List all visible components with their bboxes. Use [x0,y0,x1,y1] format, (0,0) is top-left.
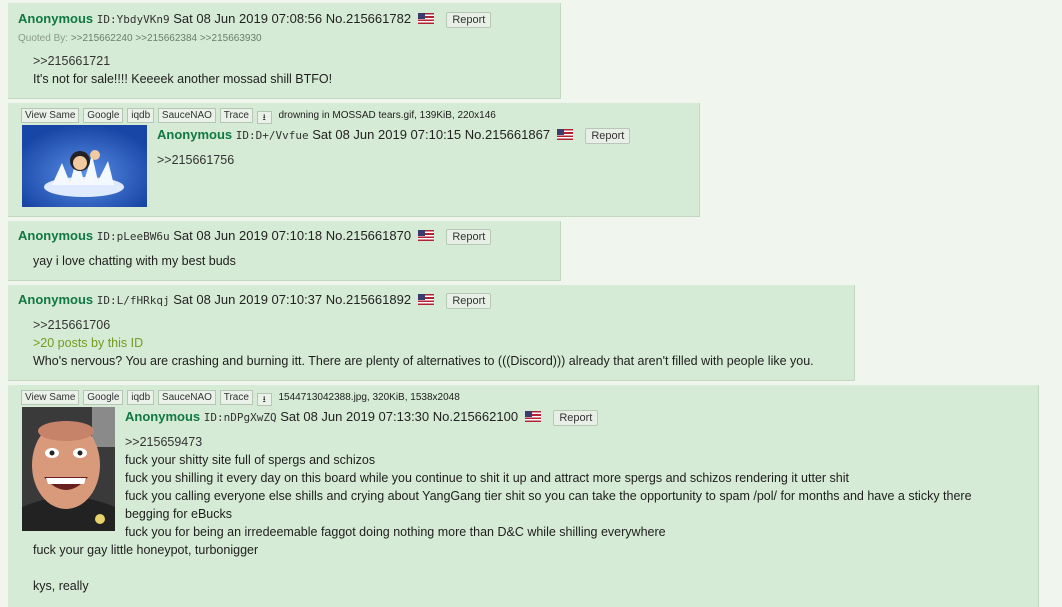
post-text: yay i love chatting with my best buds [33,254,236,268]
greentext: >20 posts by this ID [33,336,144,350]
post-text: It's not for sale!!!! Keeeek another mos… [33,72,333,86]
file-info: , 139KiB, 220x146 [414,110,496,121]
post-body: >>215661721 It's not for sale!!!! Keeeek… [33,52,332,88]
thumbnail-image[interactable] [22,407,115,531]
poster-name: Anonymous [157,127,233,142]
poster-name: Anonymous [18,228,94,243]
poster-name: Anonymous [18,11,94,26]
quoted-by: Quoted By: >>215662240 >>215662384 >>215… [18,33,262,44]
post-text: fuck you for being an irredeemable faggo… [125,525,666,539]
view-same-button[interactable]: View Same [21,390,80,405]
post-body: >>215661706 >20 posts by this ID Who's n… [33,316,814,370]
poster-id[interactable]: ID:L/fHRkqj [97,294,170,307]
post-number[interactable]: No.215661892 [326,292,411,307]
google-button[interactable]: Google [83,390,124,405]
report-button[interactable]: Report [446,229,492,245]
file-bar: View Same Google iqdb SauceNAO Trace ⭳ d… [21,108,496,124]
quote-link[interactable]: >>215661721 [33,52,332,70]
us-flag-icon [524,411,541,422]
iqdb-button[interactable]: iqdb [127,390,155,405]
poster-id[interactable]: ID:pLeeBW6u [97,230,170,243]
quote-link[interactable]: >>215661706 [33,316,814,334]
us-flag-icon [417,294,434,305]
iqdb-button[interactable]: iqdb [127,108,155,123]
poster-name: Anonymous [18,292,94,307]
post-number[interactable]: No.215661870 [326,228,411,243]
post-text: Who's nervous? You are crashing and burn… [33,354,814,368]
post-text: fuck your shitty site full of spergs and… [125,453,376,467]
saucenao-button[interactable]: SauceNAO [157,390,216,405]
thumbnail-image[interactable] [22,125,147,207]
drowning-thumbnail-icon [22,125,147,207]
saucenao-button[interactable]: SauceNAO [157,108,216,123]
us-flag-icon [417,13,434,24]
post-text: begging for eBucks [125,507,233,521]
us-flag-icon [556,129,573,140]
quoted-by-label: Quoted By: [18,33,69,44]
download-icon[interactable]: ⭳ [256,393,272,406]
quote-backlink[interactable]: >>215662384 [135,33,197,44]
poster-id[interactable]: ID:YbdyVKn9 [97,13,170,26]
report-button[interactable]: Report [553,410,599,426]
post: View Same Google iqdb SauceNAO Trace ⭳ d… [8,103,700,217]
post-body-continued: fuck your gay little honeypot, turbonigg… [33,541,258,595]
file-bar: View Same Google iqdb SauceNAO Trace ⭳ 1… [21,390,460,406]
post-number[interactable]: No.215661782 [326,11,411,26]
post-text: kys, really [33,579,89,593]
poster-id[interactable]: ID:nDPgXwZQ [204,411,277,424]
quote-link[interactable]: >>215659473 [125,433,972,451]
post-body: >>215661756 [157,151,234,169]
post-text: fuck you shilling it every day on this b… [125,471,849,485]
report-button[interactable]: Report [446,293,492,309]
file-name[interactable]: 1544713042388.jpg [278,392,366,403]
file-name[interactable]: drowning in MOSSAD tears.gif [278,110,414,121]
post-date: Sat 08 Jun 2019 07:08:56 [173,11,323,26]
post: Anonymous ID:pLeeBW6u Sat 08 Jun 2019 07… [8,221,561,281]
poster-name: Anonymous [125,409,201,424]
post: Anonymous ID:L/fHRkqj Sat 08 Jun 2019 07… [8,285,855,381]
report-button[interactable]: Report [585,128,631,144]
post-text: fuck you calling everyone else shills an… [125,489,972,503]
post-text-spacer [33,559,258,577]
quote-link[interactable]: >>215661756 [157,151,234,169]
post-number[interactable]: No.215661867 [465,127,550,142]
post-body: >>215659473 fuck your shitty site full o… [125,433,972,541]
us-flag-icon [417,230,434,241]
post-date: Sat 08 Jun 2019 07:10:37 [173,292,323,307]
google-button[interactable]: Google [83,108,124,123]
post-number[interactable]: No.215662100 [433,409,518,424]
quote-backlink[interactable]: >>215662240 [71,33,133,44]
post-date: Sat 08 Jun 2019 07:13:30 [280,409,430,424]
post: Anonymous ID:YbdyVKn9 Sat 08 Jun 2019 07… [8,3,561,99]
view-same-button[interactable]: View Same [21,108,80,123]
face-thumbnail-icon [22,407,115,531]
post-body: yay i love chatting with my best buds [33,252,236,270]
quote-backlink[interactable]: >>215663930 [200,33,262,44]
trace-button[interactable]: Trace [219,108,253,123]
post-date: Sat 08 Jun 2019 07:10:18 [173,228,323,243]
download-icon[interactable]: ⭳ [256,111,272,124]
post: View Same Google iqdb SauceNAO Trace ⭳ 1… [8,385,1039,607]
trace-button[interactable]: Trace [219,390,253,405]
post-date: Sat 08 Jun 2019 07:10:15 [312,127,462,142]
post-text: fuck your gay little honeypot, turbonigg… [33,543,259,557]
report-button[interactable]: Report [446,12,492,28]
poster-id[interactable]: ID:D+/Vvfue [236,129,309,142]
file-info: , 320KiB, 1538x2048 [366,392,460,403]
